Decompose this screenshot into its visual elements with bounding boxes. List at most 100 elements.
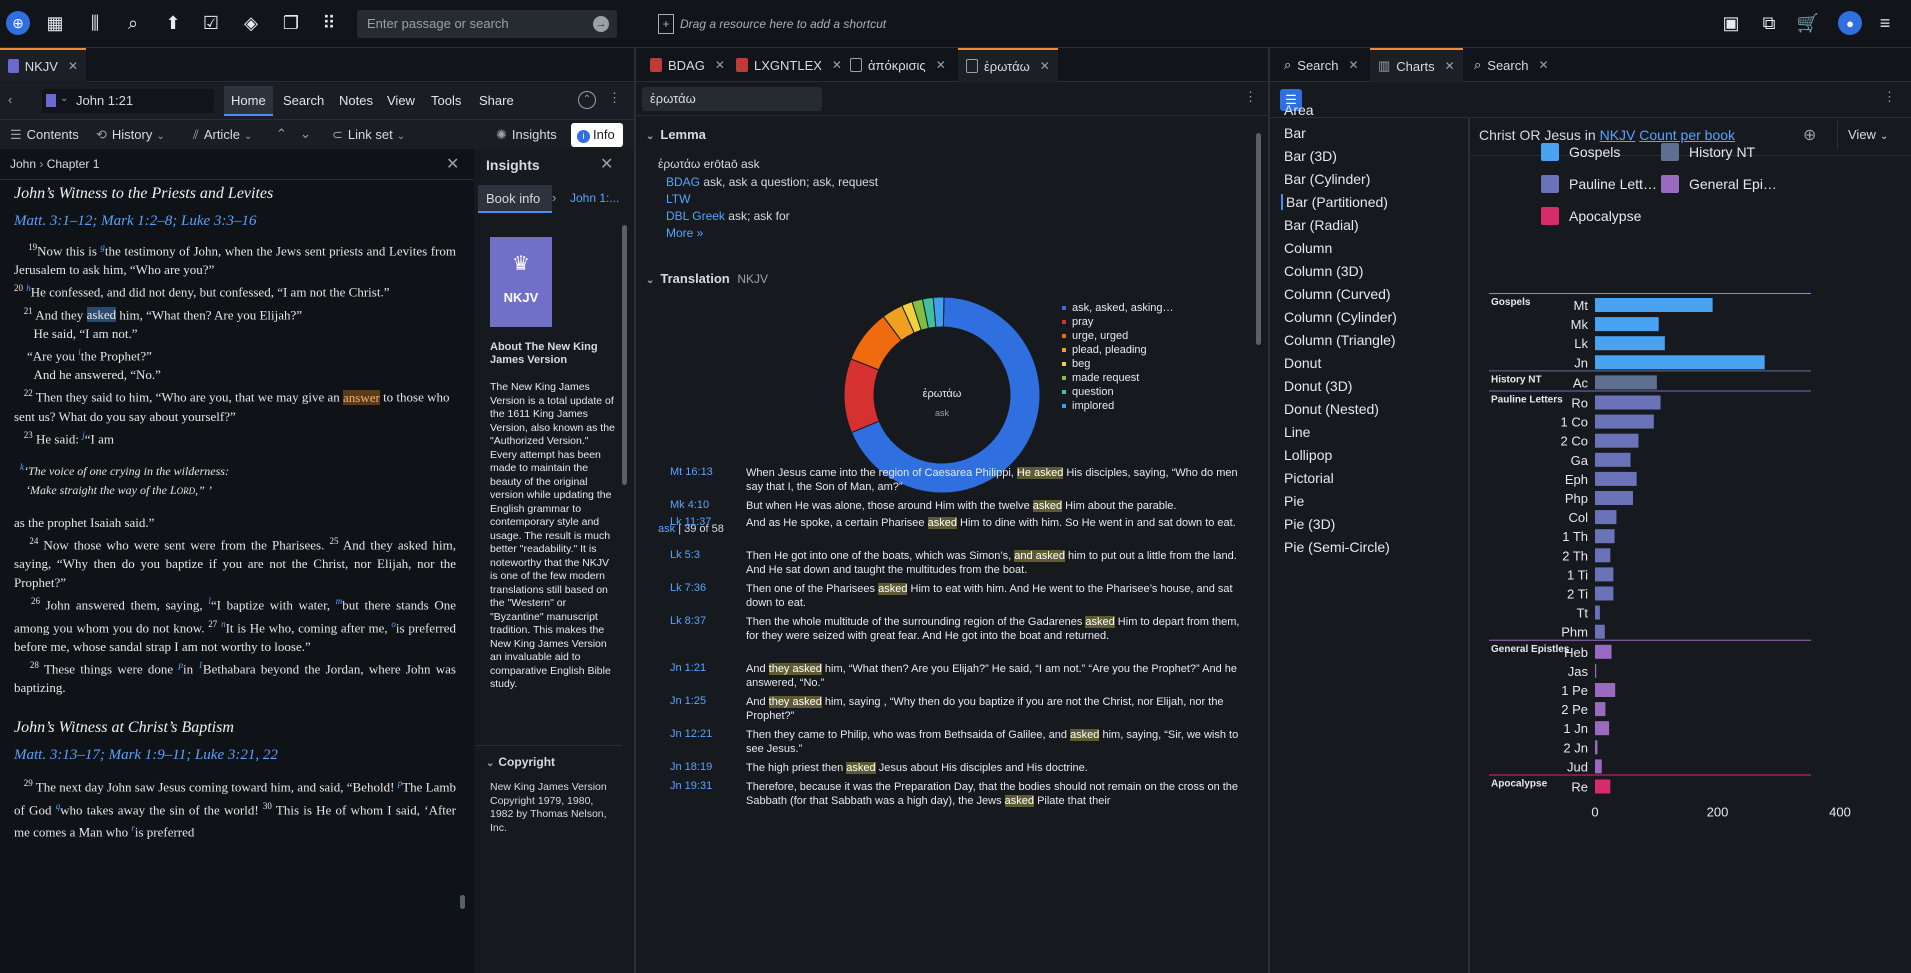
previous-arrow-icon[interactable]: ⌃ (276, 126, 287, 142)
tab-charts[interactable]: ▥ Charts ✕ (1370, 48, 1463, 82)
parallel-refs[interactable]: Matt. 3:13–17; Mark 1:9–11; Luke 3:21, 2… (14, 747, 456, 764)
bar[interactable] (1595, 548, 1611, 563)
lemma-entry[interactable]: BDAG ask, ask a question; ask, request (666, 175, 878, 189)
tab-nkjv[interactable]: NKJV ✕ (0, 48, 86, 82)
bar[interactable] (1595, 355, 1765, 370)
chart-legend-item[interactable]: Gospels (1541, 143, 1620, 161)
version-link[interactable]: NKJV (1600, 127, 1636, 143)
bar[interactable] (1595, 298, 1713, 312)
scrollbar[interactable] (1256, 133, 1261, 345)
close-icon[interactable]: ✕ (68, 59, 78, 73)
legend-item[interactable]: ask, asked, asking… (1062, 301, 1252, 315)
translation-section-header[interactable]: ⌄ Translation NKJV (646, 271, 768, 286)
chart-type-item[interactable]: Area (1284, 102, 1314, 118)
result-ref[interactable]: Mk 4:10 (670, 499, 709, 511)
chart-type-item[interactable]: Pie (Semi-Circle) (1284, 539, 1390, 555)
bar[interactable] (1595, 529, 1615, 544)
chart-type-item[interactable]: Column (Triangle) (1284, 332, 1396, 348)
bar[interactable] (1595, 433, 1639, 448)
chart-type-item[interactable]: Column (Cylinder) (1284, 309, 1397, 325)
tab-apokrisis[interactable]: ἀπόκρισις ✕ (842, 48, 954, 82)
close-icon[interactable]: ✕ (936, 58, 946, 72)
search-icon[interactable]: ⌕ (122, 12, 144, 34)
chart-type-item[interactable]: Column (3D) (1284, 263, 1363, 279)
back-arrow-icon[interactable]: ‹ (8, 92, 12, 107)
result-ref[interactable]: Mt 16:13 (670, 466, 713, 478)
chart-legend-item[interactable]: Pauline Lett… (1541, 175, 1657, 193)
chart-type-item[interactable]: Bar (Cylinder) (1284, 171, 1370, 187)
chart-type-item[interactable]: Bar (3D) (1284, 148, 1337, 164)
bar-chart[interactable]: Gospels Mt Mk Lk Jn History NT Ac Pauline Lette… (1471, 293, 1911, 973)
chevron-down-icon[interactable]: ⌄ (60, 93, 68, 104)
user-avatar-icon[interactable]: ● (1838, 11, 1862, 35)
chart-legend-item[interactable]: General Epi… (1661, 175, 1777, 193)
bar[interactable] (1595, 740, 1598, 755)
result-ref[interactable]: Jn 1:25 (670, 695, 706, 707)
chart-legend-item[interactable]: History NT (1661, 143, 1755, 161)
chart-type-item[interactable]: Line (1284, 424, 1310, 440)
legend-item[interactable]: implored (1062, 399, 1252, 413)
chart-type-item[interactable]: Bar (Partitioned) (1281, 194, 1388, 210)
bar[interactable] (1595, 491, 1633, 505)
result-ref[interactable]: Jn 19:31 (670, 780, 712, 792)
bar[interactable] (1595, 644, 1612, 659)
bar[interactable] (1595, 336, 1665, 351)
chart-type-item[interactable]: Lollipop (1284, 447, 1332, 463)
menu-tools[interactable]: Tools (424, 86, 468, 116)
menu-notes[interactable]: Notes (332, 86, 380, 116)
bar[interactable] (1595, 452, 1631, 467)
bar[interactable] (1595, 759, 1602, 774)
donut-slice[interactable] (843, 358, 880, 434)
chart-type-item[interactable]: Bar (1284, 125, 1306, 141)
bar[interactable] (1595, 414, 1654, 429)
bar[interactable] (1595, 567, 1614, 582)
close-icon[interactable]: ✕ (1040, 59, 1050, 73)
close-icon[interactable]: ✕ (446, 154, 459, 174)
library-icon[interactable]: ⫼ (84, 12, 106, 34)
next-arrow-icon[interactable]: ⌄ (300, 126, 311, 142)
guides-icon[interactable]: ⬆ (162, 12, 184, 34)
result-ref[interactable]: Jn 12:21 (670, 728, 712, 740)
breadcrumb[interactable]: John › Chapter 1 (10, 157, 99, 171)
legend-item[interactable]: question (1062, 385, 1252, 399)
copyright-section[interactable]: ⌄ Copyright (486, 755, 555, 769)
go-arrow-icon[interactable]: → (593, 16, 609, 32)
result-ref[interactable]: Jn 18:19 (670, 761, 712, 773)
article-button[interactable]: ⫽ Article ⌄ (193, 127, 252, 143)
bar[interactable] (1595, 605, 1600, 620)
scrollbar[interactable] (622, 225, 627, 485)
chart-type-item[interactable]: Donut (1284, 355, 1321, 371)
menu-search[interactable]: Search (276, 86, 331, 116)
tab-bdag[interactable]: BDAG ✕ (642, 48, 733, 82)
tab-john-ref[interactable]: John 1:... (570, 191, 619, 205)
menu-icon[interactable]: ≡ (1874, 12, 1896, 34)
scrollbar[interactable] (460, 895, 465, 909)
cart-icon[interactable]: 🛒 (1797, 12, 1819, 34)
close-icon[interactable]: ✕ (1445, 59, 1455, 73)
mode-link[interactable]: Count per book (1639, 127, 1735, 143)
tab-book-info[interactable]: Book info (478, 185, 552, 213)
lemma-entry[interactable]: DBL Greek ask; ask for (666, 209, 790, 223)
tab-search-2[interactable]: ⌕ Search ✕ (1466, 48, 1557, 82)
close-icon[interactable]: ✕ (715, 58, 725, 72)
insights-button[interactable]: ✺ Insights (496, 127, 557, 143)
more-link[interactable]: More » (666, 226, 703, 240)
result-ref[interactable]: Lk 11:37 (670, 516, 711, 528)
chart-type-item[interactable]: Pictorial (1284, 470, 1334, 486)
zoom-icon[interactable]: ⊕ (1803, 125, 1816, 145)
menu-share[interactable]: Share (472, 86, 521, 116)
layout-panels-icon[interactable]: ▣ (1720, 12, 1742, 34)
window-close-all-icon[interactable]: ⧉ (1758, 12, 1780, 34)
chart-type-item[interactable]: Column (1284, 240, 1332, 256)
menu-view[interactable]: View (380, 86, 422, 116)
bar[interactable] (1595, 683, 1616, 697)
bar[interactable] (1595, 624, 1605, 639)
result-ref[interactable]: Jn 1:21 (670, 662, 706, 674)
parallel-refs[interactable]: Matt. 3:1–12; Mark 1:2–8; Luke 3:3–16 (14, 213, 456, 230)
legend-item[interactable]: beg (1062, 357, 1252, 371)
bar[interactable] (1595, 510, 1617, 525)
shortcut-bar[interactable]: + Drag a resource here to add a shortcut (658, 14, 886, 34)
link-set-button[interactable]: ⊂ Link set ⌄ (332, 127, 405, 143)
factbook-icon[interactable]: ◈ (240, 12, 262, 34)
parallel-icon[interactable]: ⌃ (578, 91, 596, 109)
